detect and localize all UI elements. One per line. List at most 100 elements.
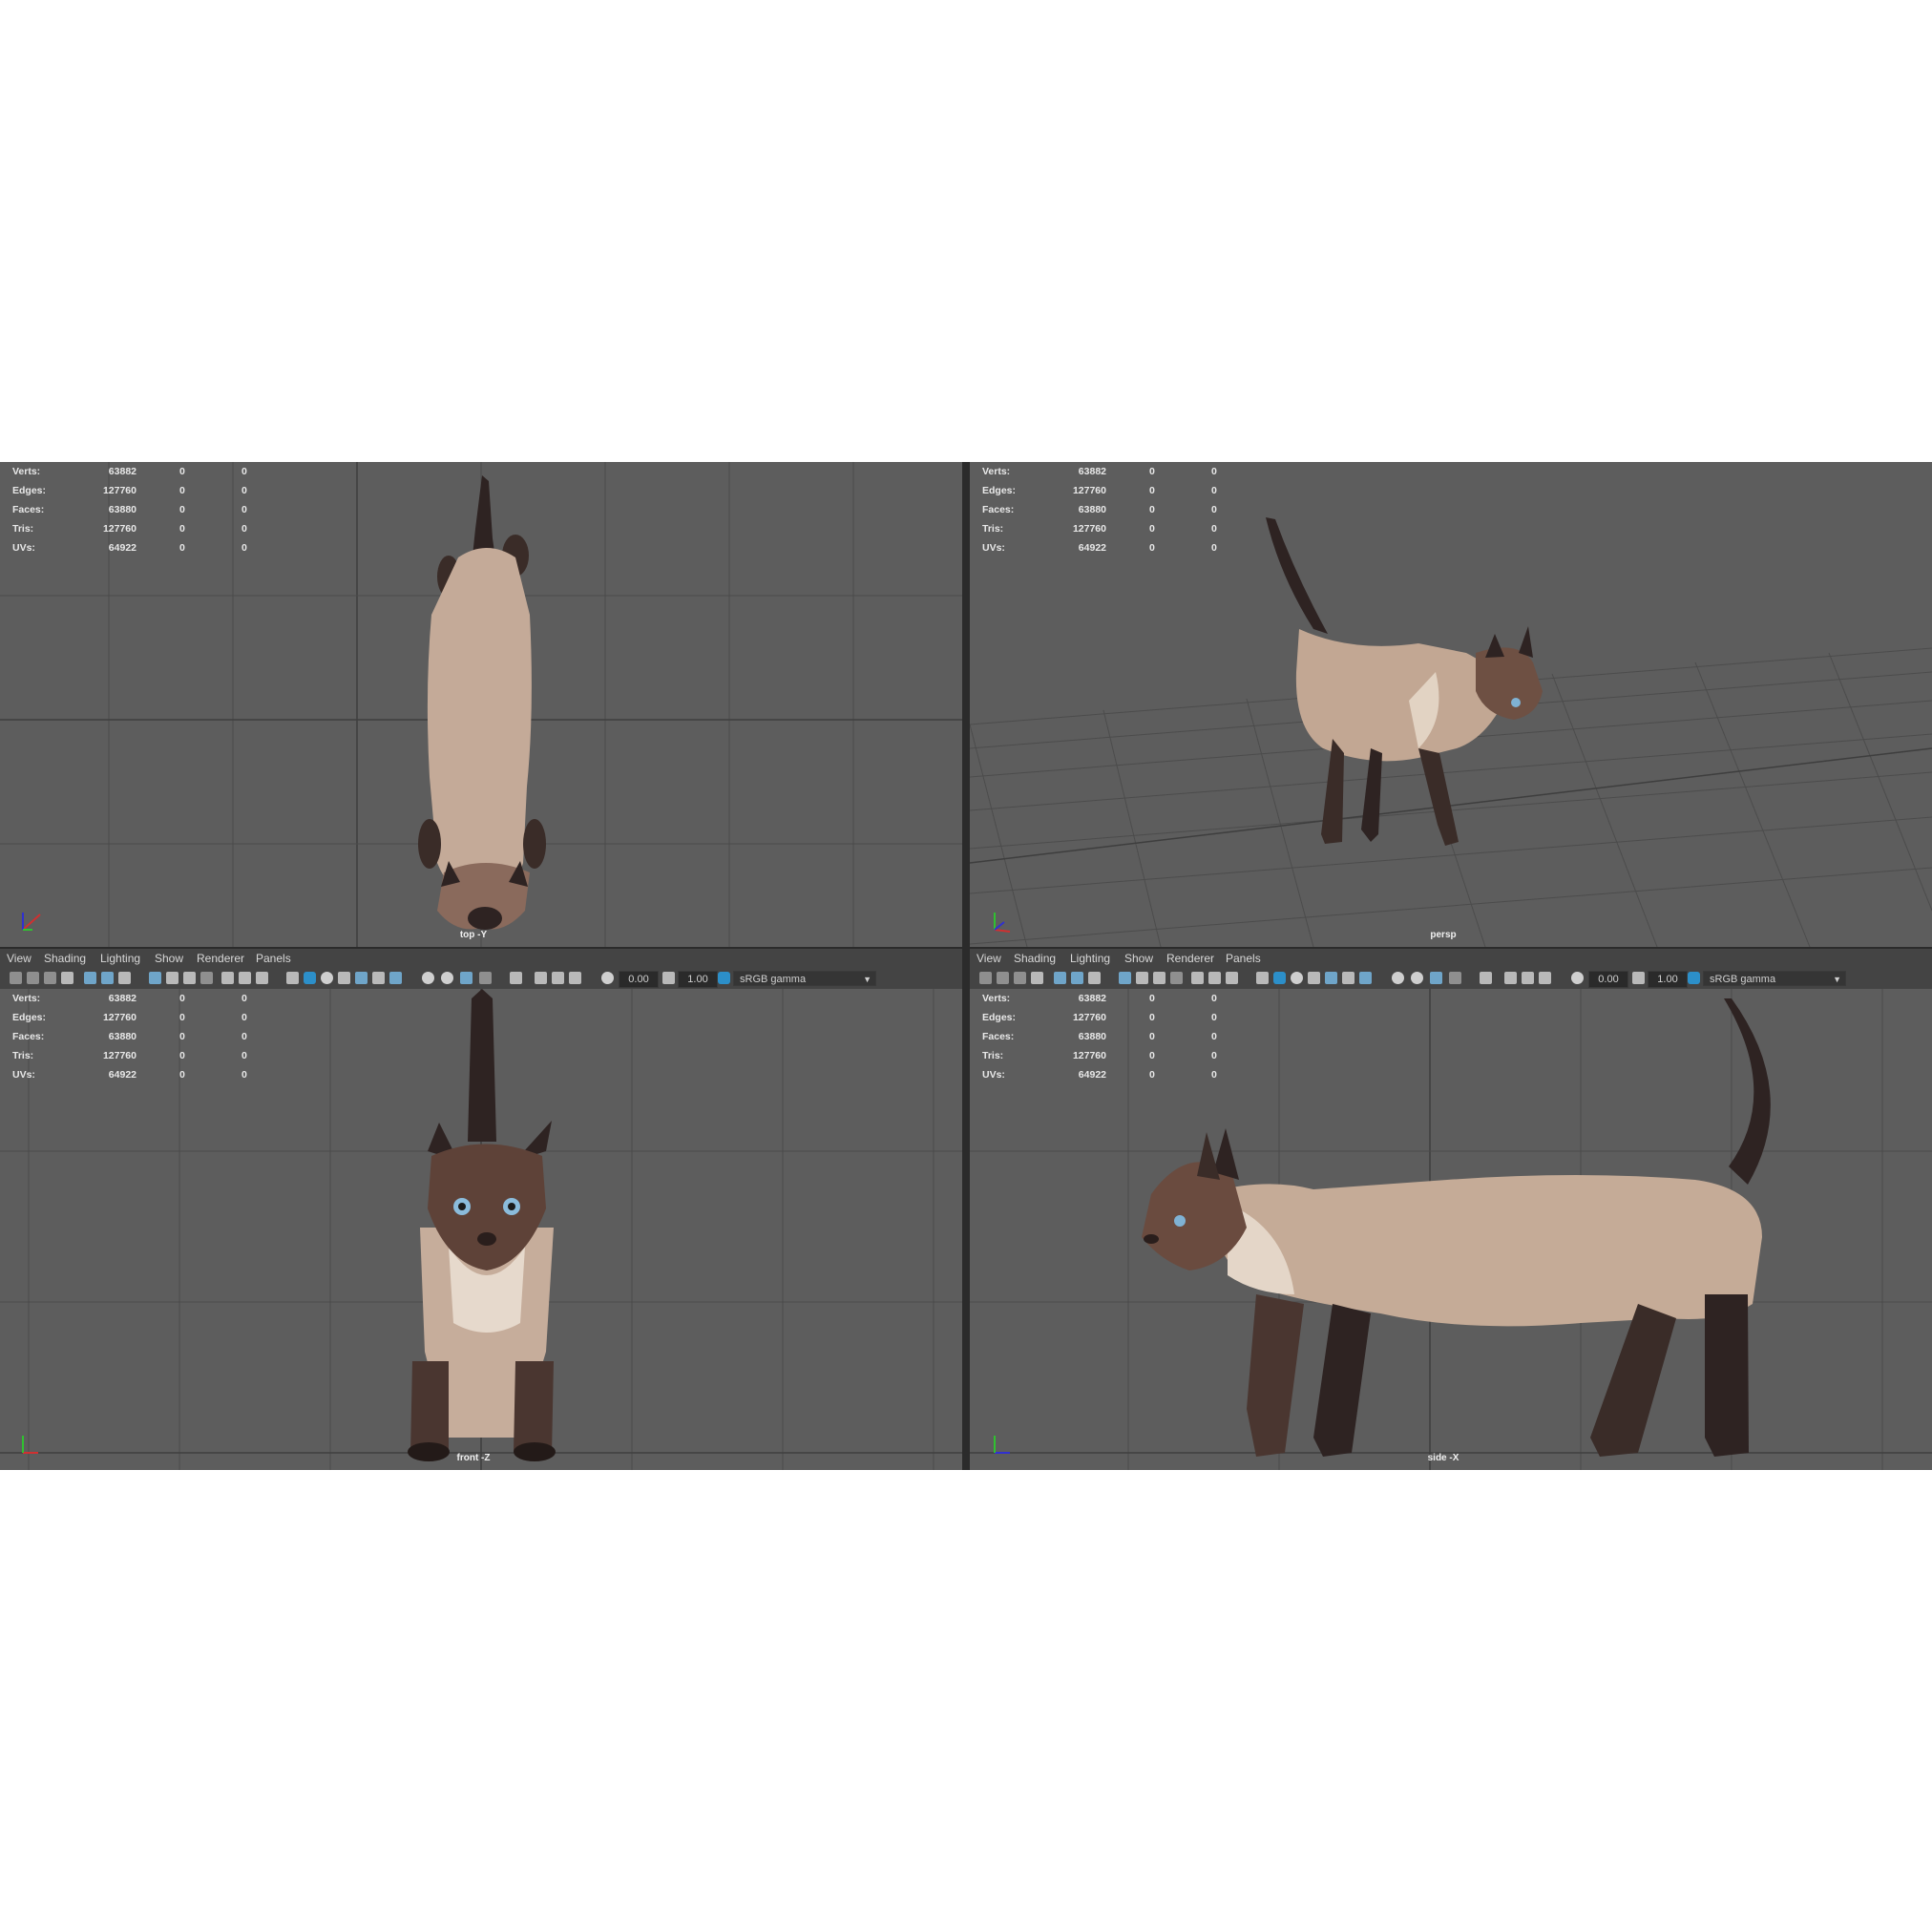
camera-label-front: front -Z (456, 1453, 491, 1463)
wireframe-icon[interactable] (286, 972, 299, 984)
gamma-icon[interactable] (662, 972, 675, 984)
viewport-front[interactable]: Verts: 63882 0 0 Edges: 127760 0 0 Faces: 63880… (0, 989, 962, 1470)
chevron-down-icon: ▼ (863, 975, 872, 984)
safe-action-icon[interactable] (239, 972, 251, 984)
image-plane-icon[interactable] (84, 972, 96, 984)
film-gate-icon[interactable] (166, 972, 178, 984)
frame-all-icon[interactable] (1504, 972, 1517, 984)
xray-icon[interactable] (1392, 972, 1404, 984)
grease-pencil-icon[interactable] (118, 972, 131, 984)
hud-row-faces: Faces: 63880 0 0 (982, 1031, 1217, 1042)
hud-row-uvs: UVs: 64922 0 0 (982, 542, 1217, 554)
camera-attributes-icon[interactable] (997, 972, 1009, 984)
gamma-field[interactable]: 1.00 (1648, 971, 1688, 988)
screen-space-ao-icon[interactable] (479, 972, 492, 984)
exposure-field[interactable]: 0.00 (1588, 971, 1628, 988)
color-space-value: sRGB gamma (1710, 974, 1776, 985)
resolution-gate-icon[interactable] (183, 972, 196, 984)
gate-mask-icon[interactable] (200, 972, 213, 984)
axis-gizmo-icon (22, 1436, 38, 1454)
menu-view[interactable]: View (7, 952, 32, 965)
2d-pan-zoom-icon[interactable] (1071, 972, 1083, 984)
menu-show[interactable]: Show (1124, 952, 1153, 965)
bookmark-camera-icon[interactable] (44, 972, 56, 984)
grid-toggle-icon[interactable] (149, 972, 161, 984)
select-camera-icon[interactable] (1480, 972, 1492, 984)
menu-panels[interactable]: Panels (256, 952, 291, 965)
image-plane-icon[interactable] (1054, 972, 1066, 984)
film-gate-icon[interactable] (1136, 972, 1148, 984)
hud-row-verts: Verts: 63882 0 0 (12, 466, 247, 477)
textured-icon[interactable] (1325, 972, 1337, 984)
smooth-shade-icon[interactable] (304, 972, 316, 984)
menu-shading[interactable]: Shading (44, 952, 86, 965)
bookmark-icon[interactable] (61, 972, 74, 984)
menu-view[interactable]: View (976, 952, 1001, 965)
2d-pan-zoom-icon[interactable] (101, 972, 114, 984)
use-all-lights-icon[interactable] (1342, 972, 1354, 984)
grease-pencil-icon[interactable] (1088, 972, 1101, 984)
safe-title-icon[interactable] (1226, 972, 1238, 984)
exposure-field[interactable]: 0.00 (619, 971, 659, 988)
color-management-icon[interactable] (1688, 972, 1700, 984)
menu-lighting[interactable]: Lighting (100, 952, 140, 965)
shadows-icon[interactable] (389, 972, 402, 984)
camera-icon[interactable] (979, 972, 992, 984)
camera-icon[interactable] (10, 972, 22, 984)
isolate-select-icon[interactable] (460, 972, 472, 984)
safe-action-icon[interactable] (1208, 972, 1221, 984)
wireframe-icon[interactable] (1256, 972, 1269, 984)
poly-count-hud: Verts: 63882 0 0 Edges: 127760 0 0 Faces: 63880… (982, 989, 1230, 1084)
menu-renderer[interactable]: Renderer (197, 952, 244, 965)
poly-count-hud: Verts: 63882 0 0 Edges: 127760 0 0 Faces: 63880… (12, 989, 261, 1084)
smooth-shade-icon[interactable] (1273, 972, 1286, 984)
xray-icon[interactable] (422, 972, 434, 984)
gamma-field[interactable]: 1.00 (678, 971, 718, 988)
color-management-icon[interactable] (718, 972, 730, 984)
viewport-top[interactable]: Verts: 63882 0 0 Edges: 127760 0 0 Faces: 63880… (0, 462, 962, 947)
exposure-icon[interactable] (601, 972, 614, 984)
shadows-icon[interactable] (1359, 972, 1372, 984)
color-space-select[interactable]: sRGB gamma ▼ (1703, 971, 1846, 986)
exposure-icon[interactable] (1571, 972, 1584, 984)
isolate-select-icon[interactable] (1430, 972, 1442, 984)
bookmark-icon[interactable] (1031, 972, 1043, 984)
grid-toggle-icon[interactable] (1119, 972, 1131, 984)
field-chart-icon[interactable] (1191, 972, 1204, 984)
gate-mask-icon[interactable] (1170, 972, 1183, 984)
hud-row-edges: Edges: 127760 0 0 (12, 1012, 247, 1023)
motion-blur-icon[interactable] (569, 972, 581, 984)
bookmark-camera-icon[interactable] (1014, 972, 1026, 984)
menu-shading[interactable]: Shading (1014, 952, 1056, 965)
default-material-icon[interactable] (321, 972, 333, 984)
screen-space-ao-icon[interactable] (1449, 972, 1461, 984)
frame-selection-icon[interactable] (552, 972, 564, 984)
frame-all-icon[interactable] (535, 972, 547, 984)
xray-joints-icon[interactable] (1411, 972, 1423, 984)
textured-icon[interactable] (355, 972, 368, 984)
frame-selection-icon[interactable] (1522, 972, 1534, 984)
menu-renderer[interactable]: Renderer (1166, 952, 1214, 965)
gamma-icon[interactable] (1632, 972, 1645, 984)
motion-blur-icon[interactable] (1539, 972, 1551, 984)
xray-joints-icon[interactable] (441, 972, 453, 984)
cat-model-side (1142, 998, 1771, 1457)
viewport-persp[interactable]: Verts: 63882 0 0 Edges: 127760 0 0 Faces: 63880… (970, 462, 1932, 947)
resolution-gate-icon[interactable] (1153, 972, 1166, 984)
select-camera-icon[interactable] (510, 972, 522, 984)
wireframe-on-shaded-icon[interactable] (1308, 972, 1320, 984)
safe-title-icon[interactable] (256, 972, 268, 984)
wireframe-on-shaded-icon[interactable] (338, 972, 350, 984)
camera-attributes-icon[interactable] (27, 972, 39, 984)
default-material-icon[interactable] (1291, 972, 1303, 984)
field-chart-icon[interactable] (221, 972, 234, 984)
poly-count-hud: Verts: 63882 0 0 Edges: 127760 0 0 Faces: 63880… (12, 462, 261, 557)
viewport-side[interactable]: Verts: 63882 0 0 Edges: 127760 0 0 Faces: 63880… (970, 989, 1932, 1470)
panel-toolbar: 0.00 1.00 sRGB gamma ▼ (0, 969, 962, 988)
menu-show[interactable]: Show (155, 952, 183, 965)
color-space-value: sRGB gamma (740, 974, 807, 985)
menu-panels[interactable]: Panels (1226, 952, 1261, 965)
color-space-select[interactable]: sRGB gamma ▼ (733, 971, 876, 986)
menu-lighting[interactable]: Lighting (1070, 952, 1110, 965)
use-all-lights-icon[interactable] (372, 972, 385, 984)
